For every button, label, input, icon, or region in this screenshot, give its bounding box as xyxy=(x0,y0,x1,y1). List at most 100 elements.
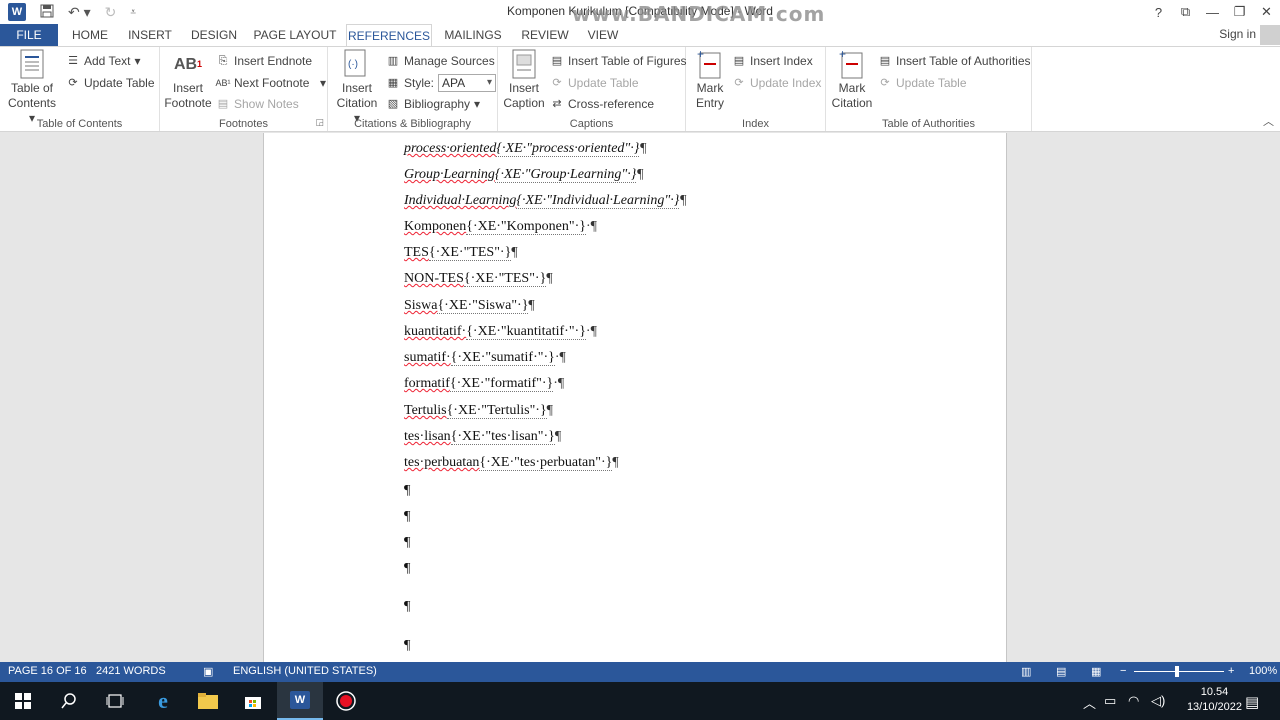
empty-paragraph[interactable]: ¶ xyxy=(404,561,410,577)
page-count[interactable]: PAGE 16 OF 16 xyxy=(8,665,87,677)
search-icon[interactable] xyxy=(46,682,92,720)
mark-entry-button[interactable]: + Mark Entry xyxy=(690,49,730,111)
file-explorer-icon[interactable] xyxy=(185,682,231,720)
word-taskbar-icon[interactable]: W xyxy=(277,682,323,720)
table-of-contents-icon xyxy=(17,49,47,79)
update-index-button[interactable]: ⟳ Update Index xyxy=(732,74,821,92)
word-count[interactable]: 2421 WORDS xyxy=(96,665,166,677)
battery-icon[interactable]: ▭ xyxy=(1104,693,1116,709)
update-table-button[interactable]: ⟳ Update Table xyxy=(66,74,154,92)
tab-file[interactable]: FILE xyxy=(0,24,58,46)
redo-icon[interactable]: ↻ xyxy=(105,4,117,21)
show-hidden-icons-icon[interactable]: ︿ xyxy=(1083,693,1096,712)
proofing-icon[interactable]: ▣ xyxy=(203,665,213,678)
start-windows-icon[interactable] xyxy=(0,682,46,720)
paragraph-mark: ·¶ xyxy=(554,350,566,365)
wifi-icon[interactable]: ◠ xyxy=(1128,693,1139,709)
mark-entry-line1: Mark xyxy=(696,81,724,95)
document-area[interactable]: process·oriented{·XE·"process·oriented"·… xyxy=(0,133,1280,662)
show-notes-button[interactable]: ▤ Show Notes xyxy=(216,95,299,113)
zoom-level[interactable]: 100% xyxy=(1249,665,1277,677)
index-entry-line[interactable]: Komponen{·XE·"Komponen"·}·¶ xyxy=(404,219,597,235)
tab-design[interactable]: DESIGN xyxy=(188,24,240,46)
empty-paragraph[interactable]: ¶ xyxy=(404,535,410,551)
zoom-slider-thumb[interactable] xyxy=(1175,666,1179,677)
index-entry-line[interactable]: Individual·Learning{·XE·"Individual·Lear… xyxy=(404,193,687,209)
index-entry-line[interactable]: formatif{·XE·"formatif"·}·¶ xyxy=(404,376,564,392)
index-entry-word: tes·lisan xyxy=(404,429,451,444)
empty-paragraph[interactable]: ¶ xyxy=(404,509,410,525)
print-layout-icon[interactable]: ▤ xyxy=(1056,665,1066,678)
taskbar-clock[interactable]: 10.54 13/10/2022 xyxy=(1187,685,1242,715)
help-icon[interactable]: ? xyxy=(1145,0,1172,24)
task-view-icon[interactable] xyxy=(92,682,138,720)
next-footnote-button[interactable]: AB¹ Next Footnote ▾ xyxy=(215,74,327,92)
zoom-out-button[interactable]: − xyxy=(1120,665,1126,677)
insert-footnote-button[interactable]: AB 1 Insert Footnote xyxy=(162,49,214,111)
next-footnote-icon: AB¹ xyxy=(215,78,231,88)
add-text-button[interactable]: ☰ Add Text ▾ xyxy=(66,52,140,70)
tab-insert[interactable]: INSERT xyxy=(126,24,174,46)
customize-qat-icon[interactable]: ⩡ xyxy=(130,7,136,18)
tab-review[interactable]: REVIEW xyxy=(518,24,572,46)
language-indicator[interactable]: ENGLISH (UNITED STATES) xyxy=(233,665,377,677)
index-entry-line[interactable]: kuantitatif·{·XE·"kuantitatif·"·}·¶ xyxy=(404,324,597,340)
style-dropdown[interactable]: APA xyxy=(438,74,497,92)
document-page[interactable]: process·oriented{·XE·"process·oriented"·… xyxy=(263,133,1007,662)
undo-icon[interactable]: ↶ ▾ xyxy=(68,4,91,21)
ribbon-display-options-icon[interactable]: ⧉ xyxy=(1172,0,1199,24)
word-app-icon[interactable]: W xyxy=(8,3,26,21)
index-entry-line[interactable]: Siswa{·XE·"Siswa"·}¶ xyxy=(404,298,535,314)
insert-table-of-figures-button[interactable]: ▤ Insert Table of Figures xyxy=(550,52,687,70)
volume-icon[interactable]: ◁) xyxy=(1151,693,1165,709)
footnote-icon: AB 1 xyxy=(173,55,203,73)
captions-update-table-button[interactable]: ⟳ Update Table xyxy=(550,74,638,92)
save-icon[interactable] xyxy=(40,4,54,21)
index-entry-word: TES xyxy=(404,245,429,260)
sign-in-link[interactable]: Sign in xyxy=(1219,27,1256,41)
empty-paragraph[interactable]: ¶ xyxy=(404,483,410,499)
group-label-index: Index xyxy=(742,118,769,130)
minimize-button[interactable]: — xyxy=(1199,0,1226,24)
zoom-in-button[interactable]: + xyxy=(1228,665,1234,677)
tab-references[interactable]: REFERENCES xyxy=(346,24,432,47)
read-mode-icon[interactable]: ▥ xyxy=(1021,665,1031,678)
manage-sources-button[interactable]: ▥ Manage Sources xyxy=(386,52,495,70)
restore-button[interactable]: ❐ xyxy=(1226,0,1253,24)
bandicam-record-icon[interactable] xyxy=(323,682,369,720)
footnotes-dialog-launcher-icon[interactable]: ◲ xyxy=(315,117,324,128)
insert-index-button[interactable]: ▤ Insert Index xyxy=(732,52,813,70)
table-of-contents-button[interactable]: Table of Contents ▾ xyxy=(4,49,60,126)
bibliography-button[interactable]: ▧ Bibliography ▾ xyxy=(386,95,480,113)
tab-mailings[interactable]: MAILINGS xyxy=(440,24,506,46)
index-entry-line[interactable]: tes·perbuatan{·XE·"tes·perbuatan"·}¶ xyxy=(404,455,619,471)
index-entry-line[interactable]: NON-TES{·XE·"TES"·}¶ xyxy=(404,271,553,287)
tab-page-layout[interactable]: PAGE LAYOUT xyxy=(252,24,338,46)
web-layout-icon[interactable]: ▦ xyxy=(1091,665,1101,678)
index-entry-line[interactable]: sumatif·{·XE·"sumatif·"·}·¶ xyxy=(404,350,566,366)
empty-paragraph[interactable]: ¶ xyxy=(404,599,410,615)
zoom-slider-track[interactable] xyxy=(1134,671,1224,672)
index-entry-line[interactable]: TES{·XE·"TES"·}¶ xyxy=(404,245,518,261)
store-icon[interactable] xyxy=(230,682,276,720)
user-avatar-icon[interactable] xyxy=(1260,25,1280,45)
insert-caption-button[interactable]: Insert Caption xyxy=(502,49,546,111)
insert-endnote-button[interactable]: ⎘ Insert Endnote xyxy=(216,52,312,70)
collapse-ribbon-icon[interactable]: ︿ xyxy=(1263,113,1274,129)
index-entry-line[interactable]: Tertulis{·XE·"Tertulis"·}¶ xyxy=(404,403,553,419)
edge-browser-icon[interactable]: e xyxy=(140,682,186,720)
paragraph-mark: ·¶ xyxy=(585,219,597,234)
tab-view[interactable]: VIEW xyxy=(584,24,622,46)
toa-update-table-button[interactable]: ⟳ Update Table xyxy=(878,74,966,92)
empty-paragraph[interactable]: ¶ xyxy=(404,638,410,654)
cross-reference-button[interactable]: ⇄ Cross-reference xyxy=(550,95,654,113)
tab-home[interactable]: HOME xyxy=(66,24,114,46)
mark-citation-button[interactable]: + Mark Citation xyxy=(830,49,874,111)
insert-citation-button[interactable]: (·) Insert Citation ▾ xyxy=(334,49,380,126)
index-entry-line[interactable]: tes·lisan{·XE·"tes·lisan"·}¶ xyxy=(404,429,561,445)
close-button[interactable]: ✕ xyxy=(1253,0,1280,24)
insert-table-of-authorities-button[interactable]: ▤ Insert Table of Authorities xyxy=(878,52,1031,70)
index-entry-line[interactable]: process·oriented{·XE·"process·oriented"·… xyxy=(404,141,647,157)
notifications-icon[interactable]: ▤ xyxy=(1245,693,1259,711)
index-entry-line[interactable]: Group·Learning{·XE·"Group·Learning"·}¶ xyxy=(404,167,644,183)
